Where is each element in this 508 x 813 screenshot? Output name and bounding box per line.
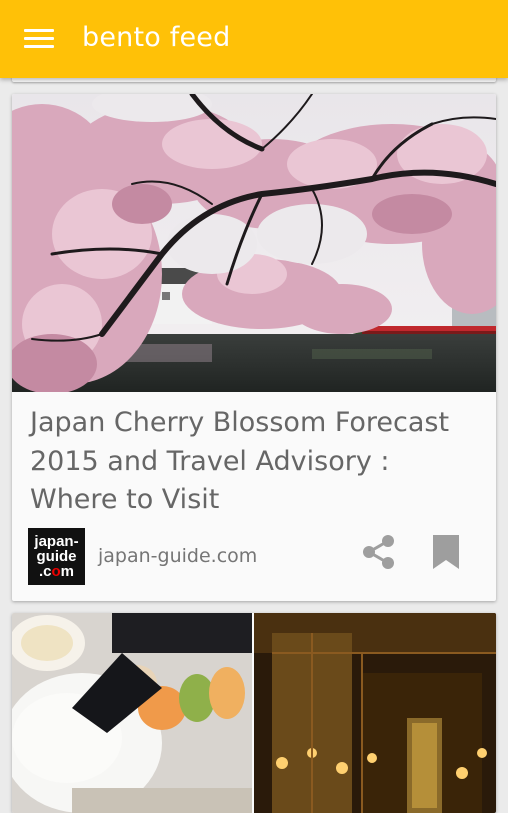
article-card[interactable]: Japan Cherry Blossom Forecast 2015 and T… xyxy=(12,94,496,601)
app-title: bento feed xyxy=(82,22,231,53)
source-name[interactable]: japan-guide.com xyxy=(98,545,257,567)
hamburger-menu-icon[interactable] xyxy=(24,27,54,51)
source-logo: japan- guide .com xyxy=(28,528,85,585)
menu-line xyxy=(24,45,54,48)
logo-text-line: guide xyxy=(36,548,77,565)
logo-text-part: .c xyxy=(38,563,52,580)
article-title[interactable]: Japan Cherry Blossom Forecast 2015 and T… xyxy=(30,404,485,520)
article-image[interactable] xyxy=(12,613,496,813)
article-image[interactable] xyxy=(12,94,496,392)
logo-text-line: japan- xyxy=(34,533,79,550)
article-card[interactable] xyxy=(12,613,496,813)
logo-text-line: .com xyxy=(28,564,85,579)
menu-line xyxy=(24,29,54,32)
logo-text-part: m xyxy=(60,563,75,580)
logo-text-dot: o xyxy=(51,563,61,580)
menu-line xyxy=(24,37,54,40)
bookmark-icon[interactable] xyxy=(432,534,460,570)
app-bar: bento feed xyxy=(0,0,508,78)
share-icon[interactable] xyxy=(362,534,396,570)
